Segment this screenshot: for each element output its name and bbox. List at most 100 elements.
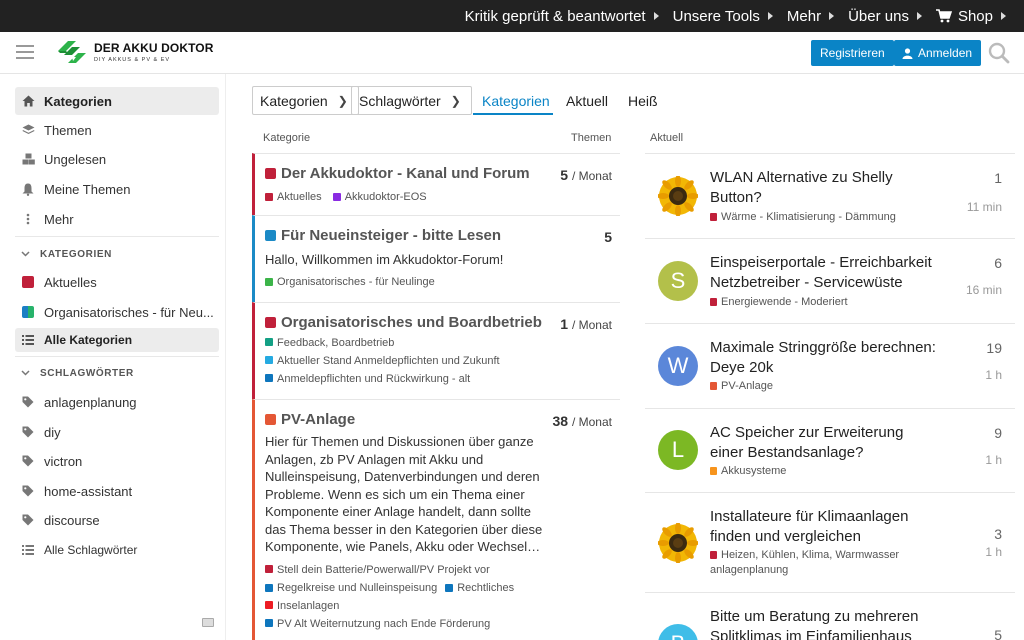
sidebar-all-tags[interactable]: Alle Schlagwörter [15, 536, 219, 564]
topic-row[interactable]: L AC Speicher zur Erweiterung einer Best… [645, 408, 1015, 492]
sidebar-category-aktuelles[interactable]: Aktuelles [15, 268, 219, 296]
topic-category[interactable]: Energiewende - Moderiert [710, 295, 950, 310]
sidebar-section-title: KATEGORIEN [40, 249, 112, 260]
subcategory-name: Regelkreise und Nulleinspeisung [277, 581, 438, 594]
topnav-shop[interactable]: Shop [935, 8, 1006, 25]
sidebar-tag-home-assistant[interactable]: home-assistant [15, 477, 219, 505]
subcategory-link[interactable]: Organisatorisches - für Neulinge [265, 273, 435, 291]
avatar[interactable]: B [658, 624, 698, 640]
topic-category-name: Heizen, Kühlen, Klima, Warmwasser [721, 549, 900, 561]
subcategory-link[interactable]: Akkudoktor-EOS [332, 188, 427, 206]
sidebar-item-label: victron [44, 453, 83, 469]
sidebar-tags-header[interactable]: SCHLAGWÖRTER [21, 368, 134, 379]
topic-post-count: 6 [994, 255, 1002, 271]
avatar[interactable]: W [658, 346, 698, 386]
topic-category[interactable]: Wärme - Klimatisierung - Dämmung [710, 210, 950, 225]
topic-row[interactable]: S Einspeiserportale - Erreichbarkeit Net… [645, 238, 1015, 323]
category-row[interactable]: Der Akkudoktor - Kanal und Forum 5 / Mon… [252, 153, 620, 215]
topic-activity-time[interactable]: 1 h [985, 453, 1002, 467]
topic-title[interactable]: WLAN Alternative zu Shelly Button? [710, 168, 940, 208]
login-button[interactable]: Anmelden [894, 40, 982, 66]
category-title[interactable]: Organisatorisches und Boardbetrieb [265, 314, 610, 331]
chevron-right-icon: ❯ [337, 93, 348, 108]
count-value: 1 [560, 316, 569, 332]
category-title[interactable]: Der Akkudoktor - Kanal und Forum [265, 165, 610, 182]
subcategory-link[interactable]: Aktuelles [265, 188, 322, 206]
hamburger-menu-icon[interactable] [16, 45, 34, 59]
topic-title[interactable]: Maximale Stringgröße berechnen: Deye 20k [710, 338, 940, 378]
bell-icon [21, 182, 35, 196]
count-period: / Monat [571, 415, 612, 429]
subcategory-link[interactable]: PV Alt Weiternutzung nach Ende Förderung [265, 615, 602, 633]
category-title[interactable]: Für Neueinsteiger - bitte Lesen [265, 227, 610, 244]
search-icon[interactable] [988, 42, 1010, 64]
category-color-swatch [21, 305, 35, 319]
topic-title[interactable]: Installateure für Klimaanlagen finden un… [710, 507, 940, 547]
topic-tag[interactable]: anlagenplanung [710, 564, 788, 576]
category-row[interactable]: PV-Anlage 38 / Monat Hier für Themen und… [252, 399, 620, 640]
breadcrumb-categories-dropdown[interactable]: Kategorien ❯ [252, 86, 359, 115]
topic-title[interactable]: Bitte um Beratung zu mehreren Splitklima… [710, 607, 940, 640]
column-header-latest: Aktuell [650, 132, 684, 144]
category-row[interactable]: Organisatorisches und Boardbetrieb 1 / M… [252, 302, 620, 399]
topnav-label: Über uns [848, 7, 909, 25]
keyboard-shortcuts-icon[interactable] [202, 618, 214, 627]
site-logo[interactable]: DER AKKU DOKTOR DIY AKKUS & PV & EV [54, 37, 214, 67]
topic-row[interactable]: W Maximale Stringgröße berechnen: Deye 2… [645, 323, 1015, 408]
topic-category-name: Akkusysteme [721, 465, 787, 477]
topic-activity-time[interactable]: 16 min [966, 283, 1002, 297]
sidebar-categories-header[interactable]: KATEGORIEN [21, 249, 112, 260]
topic-activity-time[interactable]: 1 h [985, 545, 1002, 559]
subcategory-link[interactable]: Feedback, Boardbetrieb [265, 334, 602, 352]
tab-heiss[interactable]: Heiß [628, 93, 658, 109]
count-value: 5 [604, 229, 612, 245]
subcategory-link[interactable]: Rechtliches [445, 579, 514, 597]
breadcrumb-label: Schlagwörter [359, 92, 441, 109]
sidebar-item-mehr[interactable]: Mehr [15, 205, 219, 233]
subcategory-link[interactable]: Anmeldepflichten und Rückwirkung - alt [265, 370, 602, 388]
avatar[interactable] [658, 523, 698, 563]
category-description: Hier für Themen und Diskussionen über ga… [265, 434, 543, 554]
sidebar-all-categories[interactable]: Alle Kategorien [15, 328, 219, 352]
topnav-mehr[interactable]: Mehr [787, 8, 835, 25]
sidebar-tag-diy[interactable]: diy [15, 418, 219, 446]
topic-category[interactable]: Akkusysteme [710, 464, 950, 479]
register-button[interactable]: Registrieren [811, 40, 894, 66]
tab-kategorien[interactable]: Kategorien [482, 93, 550, 109]
category-row[interactable]: Für Neueinsteiger - bitte Lesen 5 Hallo,… [252, 215, 620, 302]
sidebar-category-organisatorisches[interactable]: Organisatorisches - für Neu... [15, 298, 219, 326]
topic-row[interactable]: WLAN Alternative zu Shelly Button? Wärme… [645, 153, 1015, 238]
subcategory-link[interactable]: Regelkreise und Nulleinspeisung [265, 579, 437, 597]
topic-activity-time[interactable]: 1 h [985, 368, 1002, 382]
sidebar-tag-victron[interactable]: victron [15, 447, 219, 475]
sidebar-item-meine-themen[interactable]: Meine Themen [15, 175, 219, 203]
topic-title[interactable]: AC Speicher zur Erweiterung einer Bestan… [710, 423, 940, 463]
topic-category[interactable]: PV-Anlage [710, 379, 950, 394]
sidebar-item-kategorien[interactable]: Kategorien [15, 87, 219, 115]
sidebar-tag-anlagenplanung[interactable]: anlagenplanung [15, 388, 219, 416]
avatar[interactable]: L [658, 430, 698, 470]
sidebar-tag-discourse[interactable]: discourse [15, 506, 219, 534]
sidebar-item-themen[interactable]: Themen [15, 116, 219, 144]
topic-category[interactable]: Heizen, Kühlen, Klima, Warmwasser anlagen… [710, 548, 950, 578]
topic-activity-time[interactable]: 11 min [967, 200, 1002, 214]
tab-aktuell[interactable]: Aktuell [566, 93, 608, 109]
topic-title[interactable]: Einspeiserportale - Erreichbarkeit Netzb… [710, 253, 940, 293]
topnav-kritik[interactable]: Kritik geprüft & beantwortet [465, 8, 659, 25]
topnav-tools[interactable]: Unsere Tools [673, 8, 773, 25]
topic-row[interactable]: B Bitte um Beratung zu mehreren Splitkli… [645, 592, 1015, 640]
topnav-ueber-uns[interactable]: Über uns [848, 8, 922, 25]
subcategory-link[interactable]: Inselanlagen [265, 597, 602, 615]
sidebar-item-label: Themen [44, 122, 92, 138]
sidebar: Kategorien Themen Ungelesen Meine Themen… [0, 74, 226, 640]
topic-row[interactable]: Installateure für Klimaanlagen finden un… [645, 492, 1015, 592]
breadcrumb-tags-dropdown[interactable]: Schlagwörter ❯ [351, 86, 472, 115]
category-color-swatch [265, 168, 276, 179]
caret-right-icon [829, 12, 835, 20]
avatar[interactable] [658, 176, 698, 216]
avatar[interactable]: S [658, 261, 698, 301]
subcategory-link[interactable]: Stell dein Batterie/Powerwall/PV Projekt… [265, 561, 602, 579]
count-period: / Monat [571, 318, 612, 332]
sidebar-item-ungelesen[interactable]: Ungelesen [15, 145, 219, 173]
subcategory-link[interactable]: Aktueller Stand Anmeldepflichten und Zuk… [265, 352, 602, 370]
